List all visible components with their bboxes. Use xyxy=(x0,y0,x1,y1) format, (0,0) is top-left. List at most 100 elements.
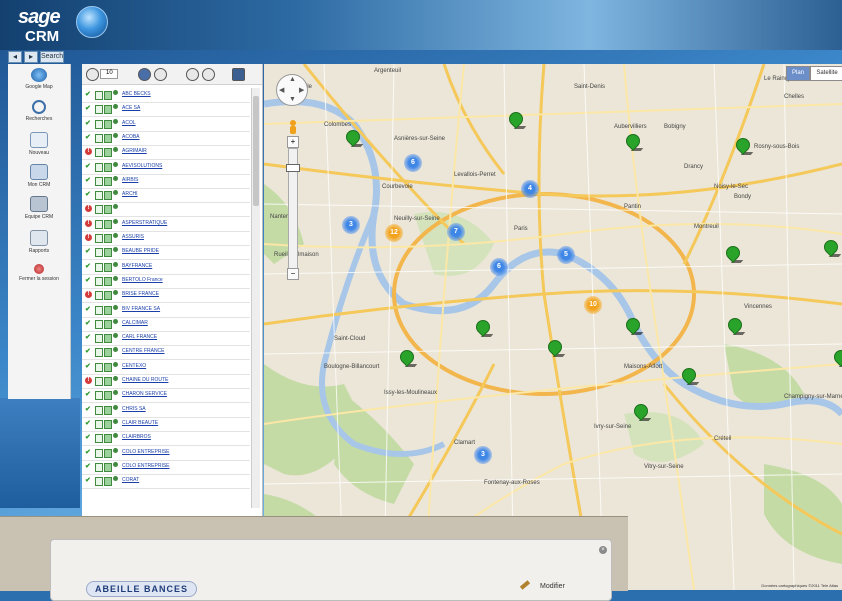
zoom-out-button[interactable]: − xyxy=(287,268,299,280)
select-checkbox[interactable] xyxy=(95,448,103,458)
select-checkbox[interactable] xyxy=(95,377,103,386)
sidebar-item-recherches[interactable]: Recherches xyxy=(8,100,70,122)
google-map[interactable]: ArgenteuilSartrouvilleColombesAsnières-s… xyxy=(264,64,842,590)
select-checkbox[interactable] xyxy=(95,191,103,201)
select-checkbox[interactable] xyxy=(95,105,103,115)
person-icon[interactable] xyxy=(113,261,118,267)
globe-filter-icon[interactable] xyxy=(138,68,151,81)
document-icon[interactable] xyxy=(104,91,112,100)
close-icon[interactable]: × xyxy=(599,546,607,554)
sidebar-item-fermer-session[interactable]: Fermer la session xyxy=(8,264,70,282)
person-icon[interactable] xyxy=(113,476,118,482)
map-pan-control[interactable]: ▲ ▼ ◀ ▶ xyxy=(276,74,308,106)
select-checkbox[interactable] xyxy=(95,262,103,272)
company-link[interactable]: CLAIRBROS xyxy=(122,434,151,440)
list-item[interactable]: ✔ CHRIS SA xyxy=(82,403,250,418)
document-icon[interactable] xyxy=(104,334,112,344)
list-item[interactable]: ✔ CALCIMAR xyxy=(82,317,250,332)
list-item[interactable]: ✔ CLAIR BEAUTE xyxy=(82,417,250,432)
marker-cluster[interactable]: 7 xyxy=(447,223,465,241)
select-checkbox[interactable] xyxy=(95,462,103,472)
document-icon[interactable] xyxy=(104,419,112,429)
select-checkbox[interactable] xyxy=(95,391,103,401)
company-link[interactable]: ASPERSTRATIQUE xyxy=(122,220,167,226)
select-checkbox[interactable] xyxy=(95,319,103,329)
document-icon[interactable] xyxy=(104,119,112,129)
page-size-input[interactable]: 10 xyxy=(100,69,118,79)
person-icon[interactable] xyxy=(113,433,118,439)
list-item[interactable]: ✔ BERTOLO France xyxy=(82,274,250,289)
sidebar-item-google-map[interactable]: Google Map xyxy=(8,68,70,90)
marker-cluster[interactable]: 6 xyxy=(404,154,422,172)
select-checkbox[interactable] xyxy=(95,276,103,286)
person-icon[interactable] xyxy=(113,147,118,153)
document-icon[interactable] xyxy=(104,205,112,215)
company-link[interactable]: BEAUBE PRIDE xyxy=(122,248,159,254)
person-icon[interactable] xyxy=(113,132,118,138)
zoom-in-button[interactable]: + xyxy=(287,136,299,148)
sidebar-item-rapports[interactable]: Rapports xyxy=(8,230,70,254)
select-checkbox[interactable] xyxy=(95,305,103,315)
person-icon[interactable] xyxy=(113,290,118,296)
person-icon[interactable] xyxy=(113,233,118,238)
map-type-plan-button[interactable]: Plan xyxy=(786,66,810,81)
company-link[interactable]: AGRIMAIR xyxy=(122,148,147,154)
select-checkbox[interactable] xyxy=(95,334,103,344)
company-link[interactable]: CORAT xyxy=(122,477,139,483)
document-icon[interactable] xyxy=(104,305,112,315)
company-link[interactable]: CHAINE DU ROUTE xyxy=(122,377,168,383)
person-icon[interactable] xyxy=(113,390,118,396)
document-icon[interactable] xyxy=(104,176,112,186)
scrollbar-thumb[interactable] xyxy=(253,96,259,206)
document-icon[interactable] xyxy=(104,162,112,172)
company-link[interactable]: CENTRE FRANCE xyxy=(122,348,165,354)
select-checkbox[interactable] xyxy=(95,348,103,358)
document-icon[interactable] xyxy=(104,362,112,372)
company-link[interactable]: BRISE FRANCE xyxy=(122,291,159,297)
company-link[interactable]: BAYFRANCE xyxy=(122,263,152,269)
select-checkbox[interactable] xyxy=(95,219,103,229)
sidebar-item-equipe-crm[interactable]: Equipe CRM xyxy=(8,196,70,220)
select-checkbox[interactable] xyxy=(95,176,103,186)
document-icon[interactable] xyxy=(104,434,112,444)
company-link[interactable]: COLO ENTREPRISE xyxy=(122,449,170,455)
document-icon[interactable] xyxy=(104,133,112,143)
pan-left-icon[interactable]: ◀ xyxy=(279,86,284,94)
list-item[interactable]: ✔ CENTRE FRANCE xyxy=(82,345,250,361)
company-link[interactable]: ACOL xyxy=(122,120,136,126)
document-icon[interactable] xyxy=(104,191,112,201)
marker-cluster[interactable]: 6 xyxy=(490,258,508,276)
person-icon[interactable] xyxy=(113,418,118,424)
person-icon[interactable] xyxy=(113,175,118,181)
select-checkbox[interactable] xyxy=(95,362,103,372)
person-icon[interactable] xyxy=(113,275,118,281)
document-icon[interactable] xyxy=(104,262,112,272)
select-checkbox[interactable] xyxy=(95,205,103,215)
list-item[interactable]: ✔ ACE SA xyxy=(82,102,250,118)
company-link[interactable]: CLAIR BEAUTE xyxy=(122,420,158,426)
list-item[interactable]: ✔ BAYFRANCE xyxy=(82,260,250,275)
select-checkbox[interactable] xyxy=(95,248,103,258)
list-item[interactable]: ! xyxy=(82,202,250,218)
list-item[interactable]: ✔ AEVISOLUTIONS xyxy=(82,160,250,175)
company-link[interactable]: CARL FRANCE xyxy=(122,334,157,340)
company-link[interactable]: ABC BECKS xyxy=(122,91,151,97)
document-icon[interactable] xyxy=(104,377,112,386)
company-link[interactable]: BERTOLO France xyxy=(122,277,163,283)
marker-cluster[interactable]: 12 xyxy=(385,224,403,242)
person-icon[interactable] xyxy=(113,447,118,453)
list-item[interactable]: ! BRISE FRANCE xyxy=(82,288,250,304)
document-icon[interactable] xyxy=(104,405,112,415)
pan-right-icon[interactable]: ▶ xyxy=(299,86,304,94)
company-link[interactable]: CHARON SERVICE xyxy=(122,391,167,397)
map-type-satellite-button[interactable]: Satellite xyxy=(810,66,842,81)
company-link[interactable]: CALCIMAR xyxy=(122,320,148,326)
export-icon[interactable] xyxy=(232,68,245,81)
document-icon[interactable] xyxy=(104,234,112,243)
company-link[interactable]: CHRIS SA xyxy=(122,406,146,412)
refresh-icon[interactable] xyxy=(86,68,99,81)
zoom-slider-thumb[interactable] xyxy=(286,164,300,172)
person-icon[interactable] xyxy=(113,118,118,124)
company-link[interactable]: ARCHI xyxy=(122,191,138,197)
person-icon[interactable] xyxy=(113,90,118,95)
